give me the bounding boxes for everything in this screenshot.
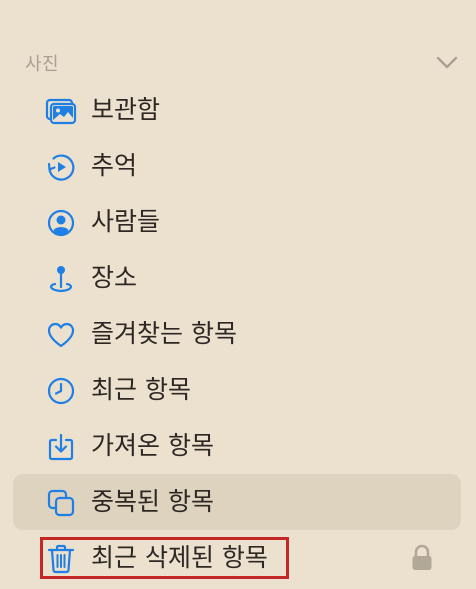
section-header-photos[interactable]: 사진 <box>0 40 476 84</box>
photo-library-icon <box>45 98 77 125</box>
places-icon <box>49 266 73 293</box>
sidebar-item-label: 사람들 <box>91 207 161 236</box>
sidebar-item-label: 보관함 <box>91 95 161 124</box>
sidebar-item-label: 즐겨찾는 항목 <box>91 319 237 348</box>
sidebar-item-favorites[interactable]: 즐겨찾는 항목 <box>13 306 461 362</box>
sidebar-item-recently-deleted[interactable]: 최근 삭제된 항목 <box>13 530 461 586</box>
trash-icon <box>47 544 75 574</box>
sidebar-item-duplicates[interactable]: 중복된 항목 <box>13 474 461 530</box>
sidebar-item-label: 최근 항목 <box>91 375 191 404</box>
import-icon <box>48 433 74 461</box>
sidebar-item-library[interactable]: 보관함 <box>13 82 461 138</box>
clock-icon <box>47 377 75 405</box>
memories-icon <box>47 154 75 181</box>
sidebar-item-imports[interactable]: 가져온 항목 <box>13 418 461 474</box>
heart-icon <box>47 322 75 348</box>
sidebar-item-label: 가져온 항목 <box>91 431 214 460</box>
sidebar-item-people[interactable]: 사람들 <box>13 194 461 250</box>
lock-icon <box>412 544 432 570</box>
sidebar-item-label: 장소 <box>91 263 138 292</box>
sidebar-item-recents[interactable]: 최근 항목 <box>13 362 461 418</box>
chevron-down-icon[interactable] <box>434 52 460 72</box>
sidebar-item-memories[interactable]: 추억 <box>13 138 461 194</box>
section-title: 사진 <box>25 54 60 75</box>
people-icon <box>47 209 75 237</box>
sidebar-item-label: 추억 <box>91 151 138 180</box>
duplicates-icon <box>47 489 75 517</box>
sidebar-item-places[interactable]: 장소 <box>13 250 461 306</box>
sidebar-item-label: 중복된 항목 <box>91 487 214 516</box>
sidebar-item-label: 최근 삭제된 항목 <box>91 543 268 572</box>
